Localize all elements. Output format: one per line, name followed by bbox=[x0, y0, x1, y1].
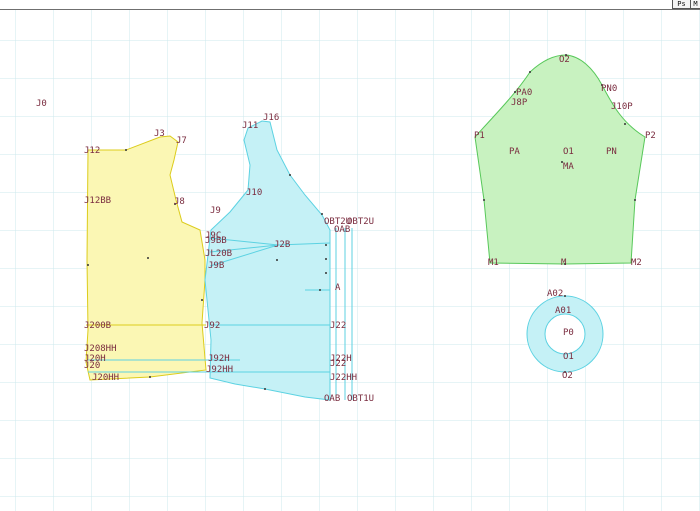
label-a01: A01 bbox=[555, 306, 571, 316]
label-obt1u: OBT1U bbox=[347, 394, 374, 404]
label-j2b: J2B bbox=[274, 240, 290, 250]
label-jl20b: JL20B bbox=[205, 249, 232, 259]
label-pa0: PA0 bbox=[516, 88, 532, 98]
label-j0: J0 bbox=[36, 99, 47, 109]
label-o1: O1 bbox=[563, 147, 574, 157]
label-m1: M1 bbox=[488, 258, 499, 268]
label-ring-o1: O1 bbox=[563, 352, 574, 362]
label-pa: PA bbox=[509, 147, 520, 157]
label-j10p: J10P bbox=[611, 102, 633, 112]
label-a: A bbox=[335, 283, 341, 293]
label-ring-o2: O2 bbox=[562, 371, 573, 381]
label-oab-low: OAB bbox=[324, 394, 340, 404]
label-j22: J22 bbox=[330, 321, 346, 331]
m-button[interactable]: M bbox=[690, 0, 700, 9]
label-j92hh: J92HH bbox=[206, 365, 233, 375]
label-m: M bbox=[561, 258, 567, 268]
label-p2: P2 bbox=[645, 131, 656, 141]
label-j20hh: J20HH bbox=[92, 373, 119, 383]
label-j8: J8 bbox=[174, 197, 185, 207]
ps-button[interactable]: Ps bbox=[672, 0, 691, 9]
label-j8p: J8P bbox=[511, 98, 528, 108]
label-a02: A02 bbox=[547, 289, 563, 299]
label-obt2u-b: OBT2U bbox=[347, 217, 374, 227]
label-p0: P0 bbox=[563, 328, 574, 338]
label-j3: J3 bbox=[154, 129, 165, 139]
label-m2: M2 bbox=[631, 258, 642, 268]
top-toolbar-strip: Ps M bbox=[0, 0, 700, 10]
label-j22-lower: J22 bbox=[330, 359, 346, 369]
label-j12: J12 bbox=[84, 146, 100, 156]
label-j9b: J9B bbox=[208, 261, 224, 271]
label-pn0: PN0 bbox=[601, 84, 617, 94]
label-p1: P1 bbox=[474, 131, 485, 141]
pattern-canvas[interactable]: J0 J3 J7 J12 J12BB J8 J200B J208HH J20H … bbox=[0, 0, 700, 511]
label-j12bb: J12BB bbox=[84, 196, 111, 206]
label-j20: J20 bbox=[84, 361, 100, 371]
label-j7: J7 bbox=[176, 136, 187, 146]
label-j16: J16 bbox=[263, 113, 279, 123]
pattern-drawing[interactable]: J0 J3 J7 J12 J12BB J8 J200B J208HH J20H … bbox=[0, 0, 700, 511]
label-j92: J92 bbox=[204, 321, 220, 331]
label-oab: OAB bbox=[334, 225, 350, 235]
label-pn: PN bbox=[606, 147, 617, 157]
label-j22hh: J22HH bbox=[330, 373, 357, 383]
label-j200b: J200B bbox=[84, 321, 111, 331]
label-j9bb: J9BB bbox=[205, 236, 227, 246]
label-ma: MA bbox=[563, 162, 574, 172]
label-j11: J11 bbox=[242, 121, 258, 131]
label-j208hh: J208HH bbox=[84, 344, 117, 354]
label-j10: J10 bbox=[246, 188, 262, 198]
label-j9: J9 bbox=[210, 206, 221, 216]
label-o2: O2 bbox=[559, 55, 570, 65]
label-j92h: J92H bbox=[208, 354, 230, 364]
